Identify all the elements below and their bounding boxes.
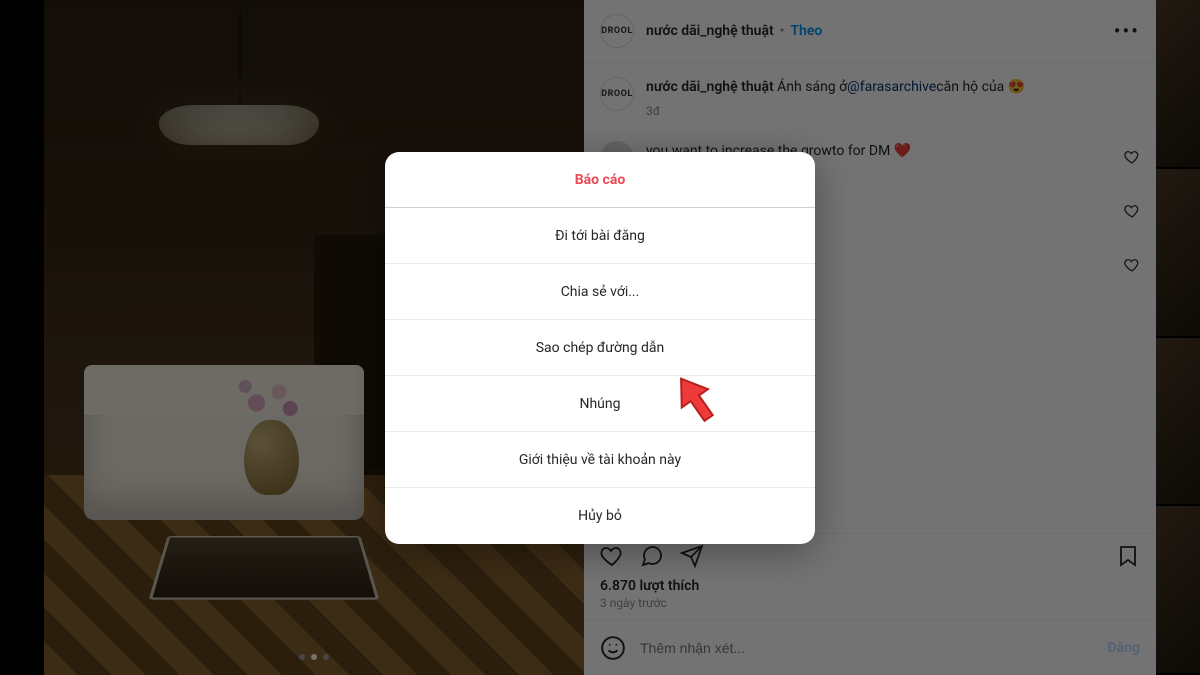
option-embed[interactable]: Nhúng [385,376,815,432]
option-report[interactable]: Báo cáo [385,152,815,208]
viewport: DROOL nước dãi_nghệ thuật • Theo ••• DRO… [0,0,1200,675]
option-go-to-post[interactable]: Đi tới bài đăng [385,208,815,264]
option-share-to[interactable]: Chia sẻ với... [385,264,815,320]
option-about-account[interactable]: Giới thiệu về tài khoản này [385,432,815,488]
option-cancel[interactable]: Hủy bỏ [385,488,815,544]
option-copy-link[interactable]: Sao chép đường dẫn [385,320,815,376]
options-dialog: Báo cáo Đi tới bài đăng Chia sẻ với... S… [385,152,815,544]
